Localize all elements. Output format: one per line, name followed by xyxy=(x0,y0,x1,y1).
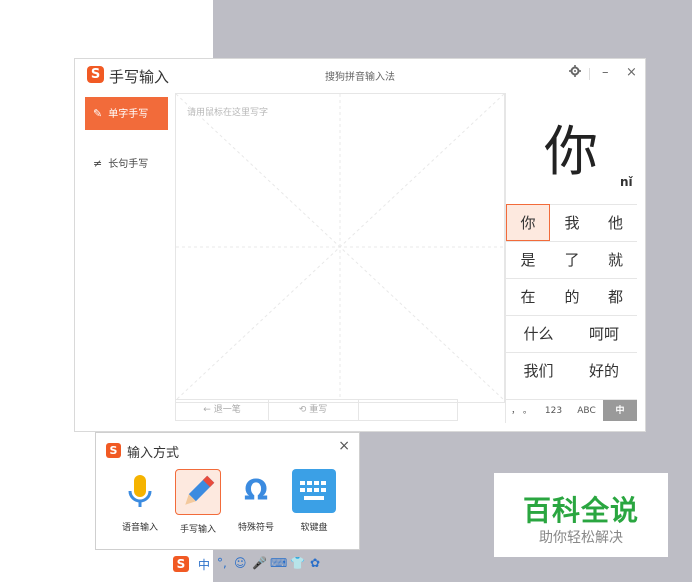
microphone-icon xyxy=(118,469,162,513)
ime-status-bar: S 中 °, ☺ 🎤 ⌨ 👕 ✿ xyxy=(168,553,358,577)
punctuation-icon[interactable]: °, xyxy=(217,556,227,570)
panel-close-button[interactable]: × xyxy=(338,438,350,454)
pen-lines-icon: ≠ xyxy=(93,157,103,170)
tools-icon[interactable]: ✿ xyxy=(310,556,320,570)
candidate-cell[interactable]: 他 xyxy=(594,204,637,241)
candidate-cell[interactable]: 的 xyxy=(550,278,594,315)
candidate-cell[interactable]: 呵呵 xyxy=(571,315,637,352)
close-button[interactable]: × xyxy=(626,65,637,80)
mode-numbers[interactable]: 123 xyxy=(537,399,570,421)
sogou-logo-icon: S xyxy=(106,443,121,458)
brand-watermark: 百科全说 助你轻松解决 xyxy=(494,473,668,557)
candidate-cell[interactable]: 什么 xyxy=(506,315,571,352)
gear-icon[interactable] xyxy=(569,65,581,81)
panel-title: 输入方式 xyxy=(127,446,180,461)
preview-pinyin: nǐ xyxy=(620,175,633,189)
sidebar-item-single-char[interactable]: ✎ 单字手写 xyxy=(85,97,168,130)
mode-chinese[interactable]: 中 xyxy=(603,399,637,421)
window-subtitle: 搜狗拼音输入法 xyxy=(325,72,395,83)
tool-soft-keyboard[interactable]: 软键盘 xyxy=(286,469,342,539)
canvas-placeholder: 请用鼠标在这里写字 xyxy=(187,108,269,118)
skin-icon[interactable]: 👕 xyxy=(290,556,305,570)
brand-subtitle: 助你轻松解决 xyxy=(539,530,623,546)
candidate-cell[interactable]: 好的 xyxy=(571,352,637,389)
canvas-guide-lines xyxy=(176,94,504,400)
sogou-logo-icon[interactable]: S xyxy=(173,556,189,572)
handwriting-window: S 手写输入 搜狗拼音输入法 – × ✎ 单字手写 ≠ 长句手写 请用鼠标在这里写字… xyxy=(74,58,646,432)
tool-special-symbols[interactable]: Ω 特殊符号 xyxy=(228,469,284,539)
mode-punctuation[interactable]: ， 。 xyxy=(506,399,537,421)
sidebar: ✎ 单字手写 ≠ 长句手写 xyxy=(75,93,175,431)
omega-icon: Ω xyxy=(244,474,268,507)
canvas-actions: ← 退一笔 ⟲ 重写 xyxy=(175,399,458,421)
pen-square-icon: ✎ xyxy=(93,107,103,120)
emoji-icon[interactable]: ☺ xyxy=(234,556,247,570)
microphone-icon[interactable]: 🎤 xyxy=(252,556,267,570)
candidate-cell[interactable]: 了 xyxy=(550,241,594,278)
tool-handwriting-input[interactable]: 手写输入 xyxy=(170,469,226,539)
preview-character: 你 xyxy=(544,120,598,183)
undo-stroke-button[interactable]: ← 退一笔 xyxy=(176,400,269,420)
tool-label: 特殊符号 xyxy=(237,523,274,533)
tool-voice-input[interactable]: 语音输入 xyxy=(112,469,168,539)
sidebar-item-label: 长句手写 xyxy=(108,159,149,170)
tool-label: 软键盘 xyxy=(300,523,328,533)
tool-label: 手写输入 xyxy=(179,525,216,535)
keyboard-icon xyxy=(292,469,336,513)
sidebar-item-label: 单字手写 xyxy=(108,109,149,120)
keyboard-icon[interactable]: ⌨ xyxy=(270,556,287,570)
candidate-cell[interactable]: 在 xyxy=(506,278,550,315)
brand-title: 百科全说 xyxy=(522,494,639,527)
tool-label: 语音输入 xyxy=(121,523,158,533)
titlebar-divider xyxy=(589,68,590,80)
candidate-cell[interactable]: 就 xyxy=(594,241,637,278)
title-bar[interactable]: S 手写输入 搜狗拼音输入法 – × xyxy=(75,59,645,93)
mode-latin[interactable]: ABC xyxy=(570,399,603,421)
candidate-cell[interactable]: 是 xyxy=(506,241,550,278)
minimize-button[interactable]: – xyxy=(602,65,609,80)
candidate-cell[interactable]: 我 xyxy=(550,204,594,241)
candidate-cell[interactable]: 你 xyxy=(506,204,550,241)
pen-icon xyxy=(175,469,221,515)
input-method-panel: S 输入方式 × 语音输入 手写输入 Ω 特殊符号 软键盘 xyxy=(95,432,360,550)
sidebar-item-sentence[interactable]: ≠ 长句手写 xyxy=(85,147,168,180)
chinese-mode-toggle[interactable]: 中 xyxy=(198,556,210,573)
candidate-panel: 你 nǐ 你 我 他 是 了 就 在 的 都 什么 呵呵 我们 好的 ， 。 1… xyxy=(505,93,638,423)
rewrite-button[interactable]: ⟲ 重写 xyxy=(268,400,359,420)
writing-canvas[interactable]: 请用鼠标在这里写字 xyxy=(175,93,505,403)
candidate-cell[interactable]: 我们 xyxy=(506,352,571,389)
candidate-cell[interactable]: 都 xyxy=(594,278,637,315)
